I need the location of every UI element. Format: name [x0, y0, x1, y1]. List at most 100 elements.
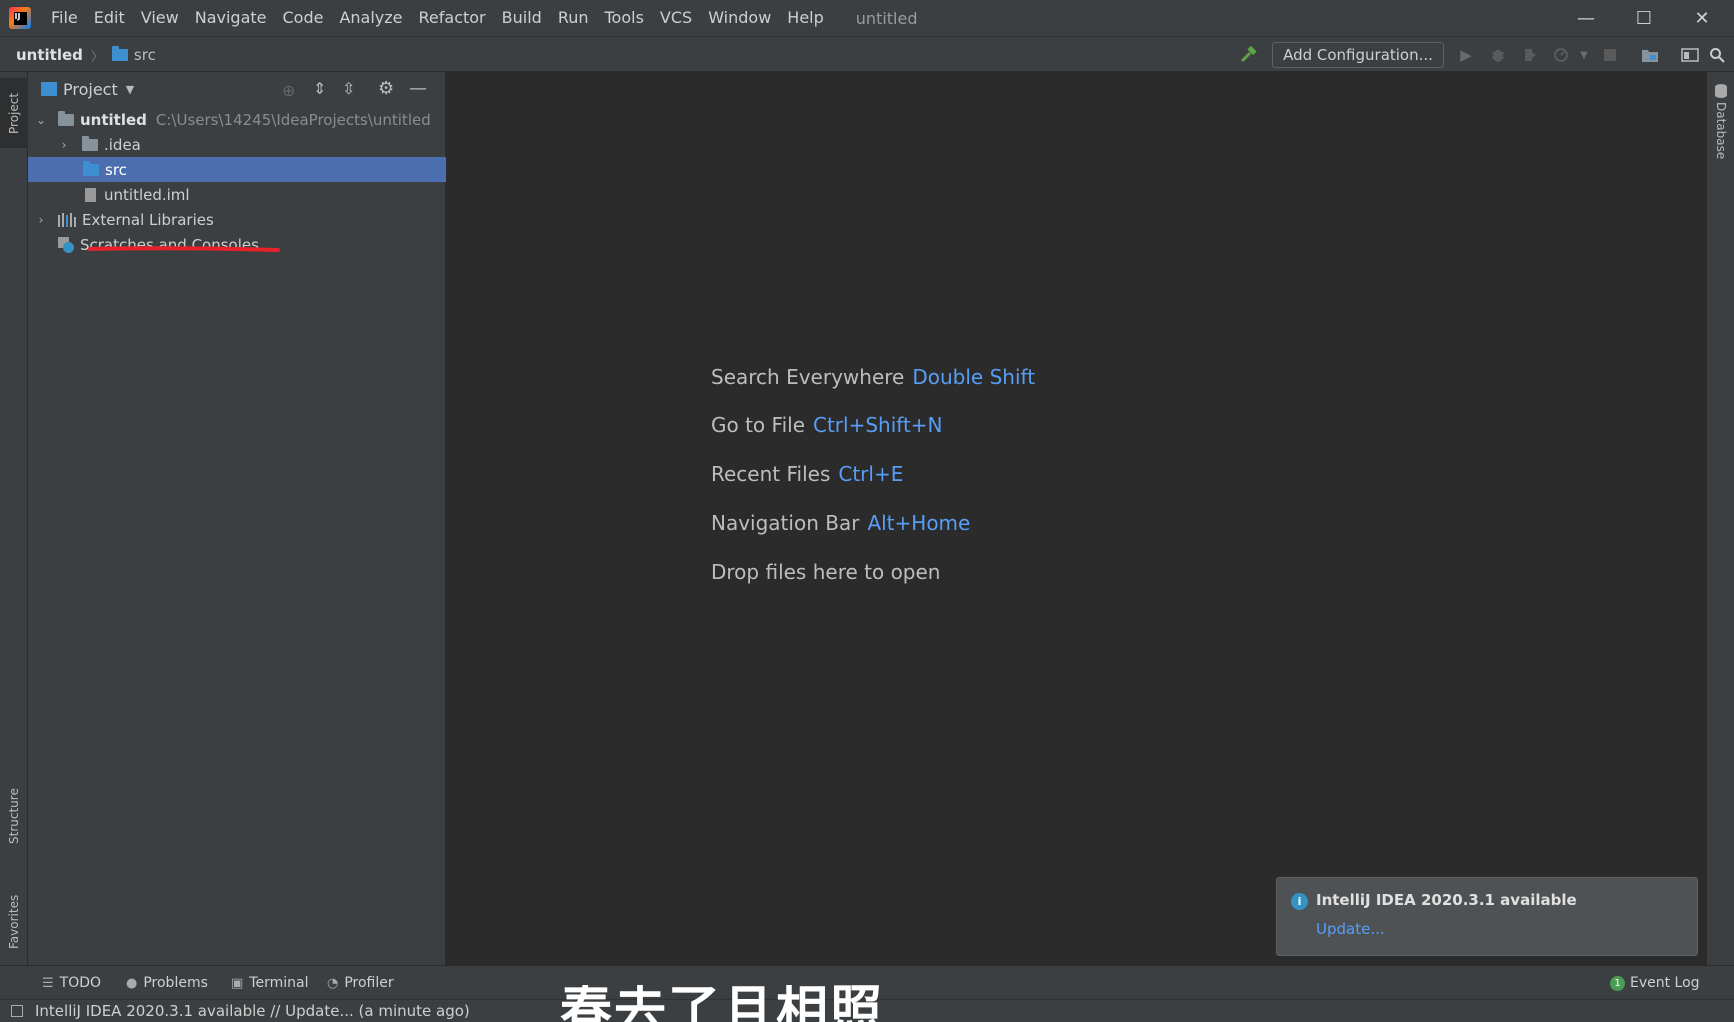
terminal-icon: ▣ [231, 975, 244, 991]
problems-tab[interactable]: ● Problems [126, 966, 208, 1000]
breadcrumb: untitled 〉 src [16, 37, 156, 73]
tree-item-external-libraries[interactable]: › External Libraries [28, 207, 446, 232]
expand-all-icon[interactable]: ⇕ [313, 79, 326, 98]
hint-shortcut: Alt+Home [867, 511, 971, 535]
hint-label: Search Everywhere [711, 365, 905, 389]
run-icon[interactable]: ▶ [1456, 45, 1476, 65]
source-folder-icon [83, 160, 99, 176]
menu-help[interactable]: Help [779, 0, 831, 36]
tree-item-src[interactable]: src [28, 157, 446, 182]
todo-tab[interactable]: ☰ TODO [42, 966, 101, 1000]
project-panel-title[interactable]: Project [63, 80, 118, 99]
event-log-tab[interactable]: 1 Event Log [1610, 966, 1700, 1000]
update-notification: i IntelliJ IDEA 2020.3.1 available Updat… [1276, 877, 1698, 956]
close-button[interactable]: ✕ [1673, 0, 1731, 36]
tool-windows-toggle-icon[interactable] [11, 1005, 23, 1017]
breadcrumb-root[interactable]: untitled [16, 46, 83, 64]
locate-icon[interactable]: ⊕ [282, 81, 295, 100]
run-dropdown-icon[interactable]: ▼ [1574, 45, 1594, 65]
gear-icon[interactable]: ⚙ [378, 78, 394, 99]
project-structure-icon[interactable] [1640, 45, 1660, 65]
chevron-down-icon[interactable]: ⌄ [33, 113, 49, 127]
libraries-icon [58, 212, 76, 227]
menu-analyze[interactable]: Analyze [331, 0, 410, 36]
hint-search-everywhere: Search Everywhere Double Shift [711, 365, 1035, 389]
favorites-tool-tab[interactable]: Favorites [0, 872, 28, 972]
menu-code[interactable]: Code [275, 0, 332, 36]
hide-panel-icon[interactable]: — [409, 78, 427, 99]
structure-tool-tab[interactable]: Structure [0, 766, 28, 866]
presentation-mode-icon[interactable] [1680, 45, 1700, 65]
debug-icon[interactable] [1488, 45, 1508, 65]
terminal-tab[interactable]: ▣ Terminal [231, 966, 308, 1000]
menu-window[interactable]: Window [700, 0, 779, 36]
tree-idea-label: .idea [104, 135, 141, 154]
tree-root-path: C:\Users\14245\IdeaProjects\untitled [155, 110, 431, 129]
profiler-label: Profiler [344, 975, 394, 991]
project-tool-tab[interactable]: Project [0, 78, 28, 148]
tree-item-scratches[interactable]: Scratches and Consoles [28, 232, 446, 257]
search-icon[interactable] [1707, 45, 1727, 65]
hint-navigation-bar: Navigation Bar Alt+Home [711, 511, 970, 535]
title-bar: IJ File Edit View Navigate Code Analyze … [0, 0, 1734, 36]
chevron-right-icon[interactable]: › [56, 138, 72, 152]
stop-icon[interactable] [1600, 45, 1620, 65]
structure-tab-label: Structure [7, 788, 21, 844]
menu-refactor[interactable]: Refactor [411, 0, 494, 36]
hint-shortcut: Ctrl+Shift+N [813, 413, 943, 437]
profiler-icon: ◔ [327, 975, 339, 991]
collapse-all-icon[interactable]: ⇳ [342, 79, 355, 98]
left-tool-strip: Project Structure Favorites [0, 72, 28, 965]
maximize-button[interactable]: ☐ [1615, 0, 1673, 36]
folder-icon [82, 135, 98, 151]
tree-item-iml[interactable]: untitled.iml [28, 182, 446, 207]
module-folder-icon [58, 110, 74, 126]
menu-vcs[interactable]: VCS [652, 0, 700, 36]
drop-files-text: Drop files here to open [711, 560, 941, 584]
menu-tools[interactable]: Tools [597, 0, 652, 36]
red-annotation-underline [88, 246, 280, 252]
overlay-caption: 春去了且相照 [560, 985, 885, 1022]
profiler-tab[interactable]: ◔ Profiler [327, 966, 394, 1000]
hint-shortcut: Double Shift [912, 365, 1036, 389]
hint-go-to-file: Go to File Ctrl+Shift+N [711, 413, 943, 437]
list-icon: ☰ [42, 975, 54, 991]
menu-edit[interactable]: Edit [86, 0, 133, 36]
hint-label: Navigation Bar [711, 511, 860, 535]
build-hammer-icon[interactable] [1238, 45, 1258, 65]
tree-item-idea[interactable]: › .idea [28, 132, 446, 157]
breadcrumb-src[interactable]: src [134, 46, 156, 64]
chevron-right-icon[interactable]: › [33, 213, 49, 227]
terminal-label: Terminal [249, 975, 309, 991]
tree-src-label: src [105, 160, 127, 179]
menu-build[interactable]: Build [494, 0, 550, 36]
update-link[interactable]: Update... [1316, 920, 1385, 938]
event-log-badge: 1 [1610, 975, 1625, 991]
iml-file-icon [85, 187, 96, 202]
menu-navigate[interactable]: Navigate [187, 0, 275, 36]
hint-shortcut: Ctrl+E [838, 462, 904, 486]
menu-file[interactable]: File [43, 0, 86, 36]
status-message[interactable]: IntelliJ IDEA 2020.3.1 available // Upda… [35, 1002, 470, 1020]
editor-area[interactable]: Search Everywhere Double Shift Go to File… [446, 72, 1706, 965]
tree-root-label: untitled [80, 110, 147, 129]
todo-label: TODO [59, 975, 102, 991]
problems-icon: ● [126, 975, 138, 991]
chevron-down-icon[interactable]: ▼ [126, 83, 134, 96]
coverage-icon[interactable] [1520, 45, 1540, 65]
ide-window: IJ File Edit View Navigate Code Analyze … [0, 0, 1734, 1022]
profile-icon[interactable] [1551, 45, 1571, 65]
tree-item-root[interactable]: ⌄ untitled C:\Users\14245\IdeaProjects\u… [28, 107, 446, 132]
info-icon: i [1291, 893, 1308, 910]
navigation-bar: untitled 〉 src Add Configuration... ▶ ▼ [0, 36, 1734, 72]
event-log-label: Event Log [1630, 975, 1700, 991]
menu-run[interactable]: Run [550, 0, 597, 36]
add-configuration-button[interactable]: Add Configuration... [1272, 42, 1444, 68]
minimize-button[interactable]: — [1557, 0, 1615, 36]
hint-recent-files: Recent Files Ctrl+E [711, 462, 903, 486]
database-tool-tab[interactable]: Database [1707, 84, 1734, 164]
hint-label: Go to File [711, 413, 805, 437]
folder-icon [111, 46, 128, 61]
notification-title: IntelliJ IDEA 2020.3.1 available [1316, 891, 1577, 909]
menu-view[interactable]: View [133, 0, 187, 36]
